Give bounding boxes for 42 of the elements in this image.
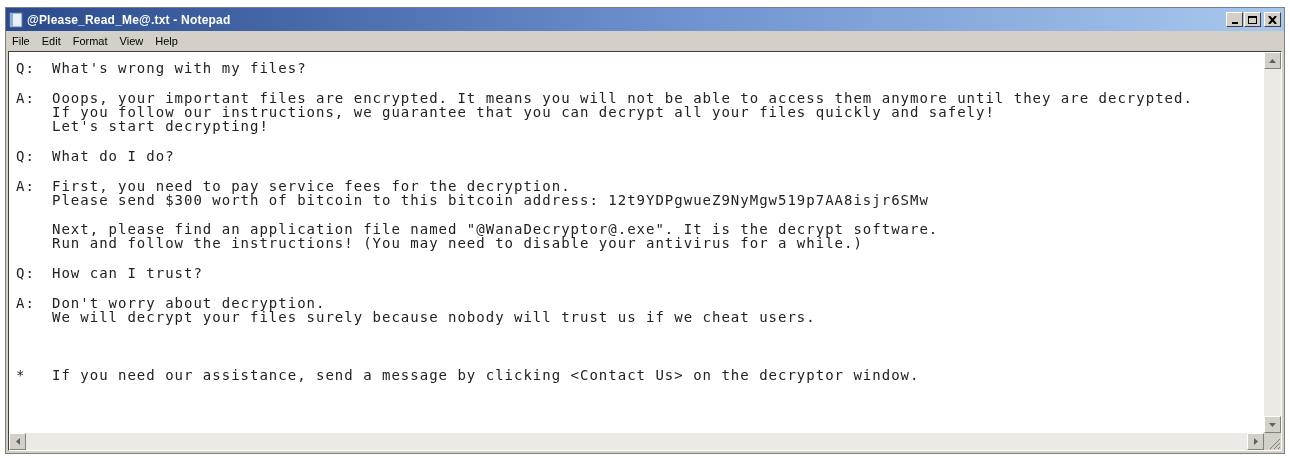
note-marker: * xyxy=(16,367,26,383)
menu-item[interactable]: View xyxy=(119,32,144,50)
right-arrow-icon xyxy=(1253,438,1258,445)
close-icon xyxy=(1268,15,1277,24)
menu-item[interactable]: File xyxy=(12,32,30,50)
maximize-button[interactable] xyxy=(1244,12,1261,27)
answer-label: A: xyxy=(16,90,35,106)
text-line: Please send $300 worth of bitcoin to this bitcoin address: 12t9YDPgwueZ9NyMgw519p7AA8isjr6SMw xyxy=(52,193,929,207)
text-line: If you follow our instructions, we guarantee that you can decrypt all your files quickly and safely! xyxy=(52,105,996,119)
scroll-up-button[interactable] xyxy=(1264,52,1281,69)
menu-item[interactable]: Format xyxy=(72,32,108,50)
up-arrow-icon xyxy=(1269,58,1276,63)
text-line: Let's start decrypting! xyxy=(52,119,269,133)
text-line: Next, please find an application file named "@WanaDecryptor@.exe". It is the decrypt software. xyxy=(52,222,939,236)
menu-item[interactable]: Help xyxy=(155,32,178,50)
text-line: What do I do? xyxy=(52,149,175,163)
text-line: What's wrong with my files? xyxy=(52,61,307,75)
down-arrow-icon xyxy=(1269,422,1276,427)
scroll-down-button[interactable] xyxy=(1264,416,1281,433)
resize-grip-icon[interactable] xyxy=(1269,438,1281,450)
minimize-button[interactable] xyxy=(1226,12,1243,27)
text-line: How can I trust? xyxy=(52,266,203,280)
left-arrow-icon xyxy=(15,438,20,445)
answer-label: A: xyxy=(16,178,35,194)
horizontal-scrollbar[interactable] xyxy=(9,433,1264,450)
question-label: Q: xyxy=(16,148,35,164)
window-title: @Please_Read_Me@.txt - Notepad xyxy=(27,11,231,29)
answer-label: A: xyxy=(16,295,35,311)
vertical-scrollbar[interactable] xyxy=(1264,52,1281,433)
text-line: If you need our assistance, send a message by clicking <Contact Us> on the decryptor window. xyxy=(52,368,920,382)
scroll-right-button[interactable] xyxy=(1247,433,1264,450)
question-label: Q: xyxy=(16,60,35,76)
text-line: Ooops, your important files are encrypted. It means you will not be able to access them anymore until they are decrypted. xyxy=(52,91,1193,105)
notepad-icon xyxy=(9,11,23,28)
scroll-left-button[interactable] xyxy=(9,433,26,450)
text-line: Don't worry about decryption. xyxy=(52,296,327,310)
text-line: First, you need to pay service fees for the decryption. xyxy=(52,179,571,193)
close-button[interactable] xyxy=(1264,12,1281,27)
question-label: Q: xyxy=(16,265,35,281)
menu-item[interactable]: Edit xyxy=(41,32,61,50)
text-line: We will decrypt your files surely because nobody will trust us if we cheat users. xyxy=(52,310,816,324)
text-line: Run and follow the instructions! (You may need to disable your antivirus for a while.) xyxy=(52,236,864,250)
